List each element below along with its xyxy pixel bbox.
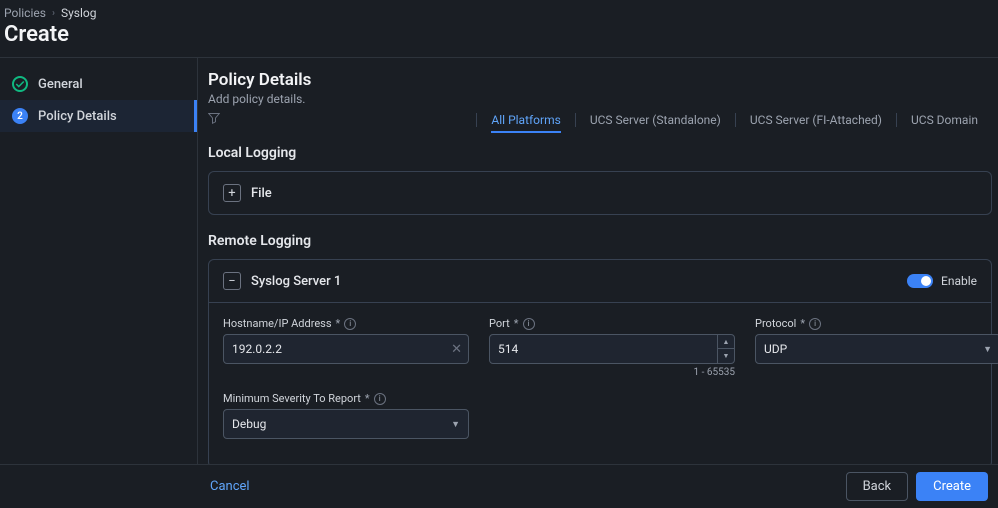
tab-ucs-domain[interactable]: UCS Domain [896, 113, 992, 127]
severity-select[interactable]: Debug ▼ [223, 409, 469, 439]
sidebar-step-general[interactable]: General [0, 68, 197, 100]
tab-ucs-fi-attached[interactable]: UCS Server (FI-Attached) [735, 113, 896, 127]
breadcrumb-current: Syslog [61, 6, 97, 20]
sidebar-step-policy-details[interactable]: 2 Policy Details [0, 100, 197, 132]
content-pane: Policy Details Add policy details. All P… [198, 58, 998, 493]
port-input[interactable] [490, 342, 717, 356]
protocol-label: Protocol [755, 317, 796, 330]
back-button[interactable]: Back [846, 472, 909, 501]
info-icon[interactable]: i [809, 318, 821, 330]
server-title: Syslog Server 1 [251, 274, 341, 289]
port-label: Port [489, 317, 510, 330]
info-icon[interactable]: i [344, 318, 356, 330]
local-logging-heading: Local Logging [208, 145, 992, 161]
wizard-footer: Cancel Back Create [0, 464, 998, 508]
page-title: Create [0, 22, 998, 57]
info-icon[interactable]: i [523, 318, 535, 330]
create-button[interactable]: Create [916, 472, 988, 501]
remote-logging-heading: Remote Logging [208, 233, 992, 249]
chevron-down-icon: ▼ [983, 344, 992, 355]
breadcrumb-root[interactable]: Policies [4, 6, 46, 20]
step-label: Policy Details [38, 109, 117, 124]
protocol-value: UDP [764, 342, 983, 356]
tab-ucs-standalone[interactable]: UCS Server (Standalone) [575, 113, 735, 127]
platform-filter-row: All Platforms UCS Server (Standalone) UC… [208, 112, 992, 127]
filter-icon[interactable] [208, 112, 220, 127]
syslog-server-1-card: − Syslog Server 1 Enable Hostname/IP Add… [208, 259, 992, 468]
expand-icon[interactable]: + [223, 184, 241, 202]
step-label: General [38, 77, 83, 92]
chevron-right-icon: › [52, 8, 55, 19]
hostname-input[interactable] [224, 342, 445, 356]
port-range-helper: 1 - 65535 [489, 367, 735, 378]
severity-value: Debug [232, 417, 451, 431]
file-label: File [251, 186, 272, 201]
section-title: Policy Details [208, 70, 992, 90]
stepper-up-icon[interactable]: ▲ [718, 335, 734, 349]
cancel-button[interactable]: Cancel [210, 479, 250, 494]
local-file-card: + File [208, 171, 992, 215]
check-icon [12, 76, 28, 92]
protocol-select[interactable]: UDP ▼ [755, 334, 998, 364]
wizard-sidebar: General 2 Policy Details ‹ [0, 58, 198, 493]
collapse-icon[interactable]: − [223, 272, 241, 290]
info-icon[interactable]: i [374, 393, 386, 405]
section-subtitle: Add policy details. [208, 92, 992, 106]
enable-label: Enable [941, 274, 977, 288]
chevron-down-icon: ▼ [451, 419, 460, 430]
stepper-down-icon[interactable]: ▼ [718, 349, 734, 363]
tab-all-platforms[interactable]: All Platforms [476, 113, 574, 127]
enable-toggle[interactable] [907, 274, 933, 288]
hostname-label: Hostname/IP Address [223, 317, 332, 330]
breadcrumb: Policies › Syslog [0, 0, 998, 22]
severity-label: Minimum Severity To Report [223, 392, 361, 405]
step-number-badge: 2 [12, 108, 28, 124]
clear-icon[interactable]: ✕ [445, 342, 468, 357]
